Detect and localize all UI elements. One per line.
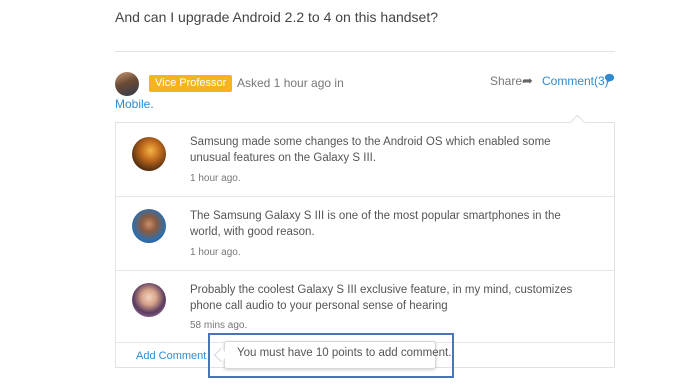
speech-bubble-icon[interactable] bbox=[604, 72, 615, 87]
comments-toggle[interactable]: Comment(3) bbox=[542, 74, 609, 88]
comment-time: 1 hour ago. bbox=[190, 173, 241, 184]
question-text: And can I upgrade Android 2.2 to 4 on th… bbox=[115, 9, 439, 25]
avatar[interactable] bbox=[115, 72, 139, 96]
rank-badge: Vice Professor bbox=[149, 75, 233, 92]
comment-text: Probably the coolest Galaxy S III exclus… bbox=[190, 284, 573, 312]
comments-panel: Samsung made some changes to the Android… bbox=[115, 122, 615, 368]
avatar[interactable] bbox=[132, 209, 166, 243]
share-button[interactable]: Share bbox=[490, 74, 522, 88]
asked-time: Asked 1 hour ago in bbox=[237, 76, 344, 90]
comment-time: 1 hour ago. bbox=[190, 247, 241, 258]
divider bbox=[115, 51, 615, 52]
category-link[interactable]: Mobile. bbox=[115, 97, 154, 111]
tooltip-message: You must have 10 points to add comment. bbox=[237, 347, 452, 359]
question-meta: Vice Professor Asked 1 hour ago in Mobil… bbox=[115, 70, 615, 111]
comment-time: 58 mins ago. bbox=[190, 320, 248, 331]
avatar[interactable] bbox=[132, 283, 166, 317]
avatar[interactable] bbox=[132, 137, 166, 171]
comment-item: Samsung made some changes to the Android… bbox=[116, 123, 614, 197]
comment-text: The Samsung Galaxy S III is one of the m… bbox=[190, 210, 561, 238]
comment-item: The Samsung Galaxy S III is one of the m… bbox=[116, 197, 614, 271]
add-comment-link[interactable]: Add Comment bbox=[136, 350, 206, 362]
comment-text: Samsung made some changes to the Android… bbox=[190, 136, 551, 164]
share-arrow-icon[interactable]: ➦ bbox=[522, 73, 533, 89]
